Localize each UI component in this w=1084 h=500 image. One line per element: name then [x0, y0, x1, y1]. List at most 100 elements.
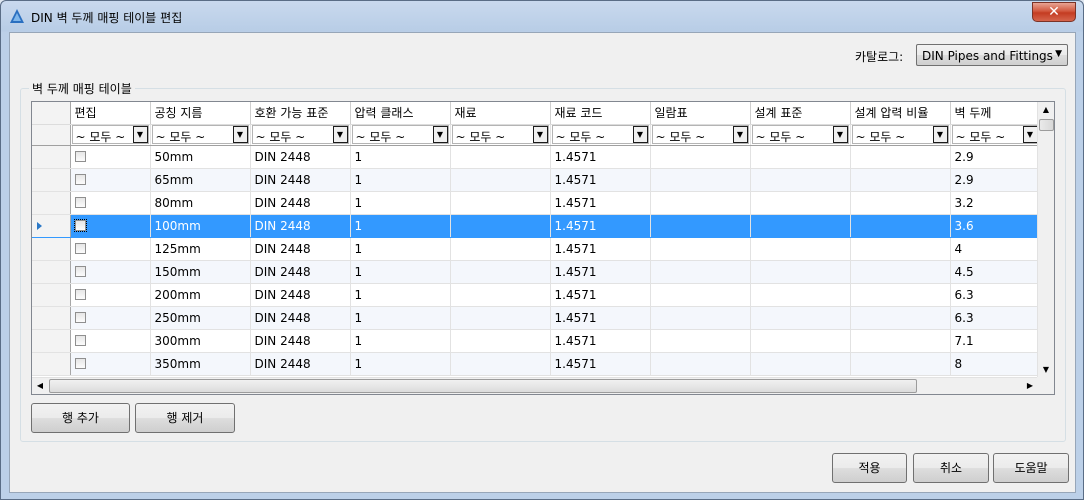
cell-pressure[interactable]: 1	[350, 214, 451, 238]
cell-material[interactable]	[450, 260, 551, 284]
cell-design-ratio[interactable]	[850, 145, 951, 169]
cell-code[interactable]: 1.4571	[550, 191, 651, 215]
triangle-down-icon[interactable]: ▼	[632, 126, 648, 143]
cell-design-ratio[interactable]	[850, 214, 951, 238]
cell-schedule[interactable]	[650, 168, 751, 192]
column-header[interactable]: 벽 두께	[950, 102, 1041, 125]
edit-checkbox[interactable]	[73, 218, 87, 232]
column-filter[interactable]: ~ 모두 ~ ▼	[851, 125, 949, 144]
column-header[interactable]: 공칭 지름	[150, 102, 251, 125]
cell-pressure[interactable]: 1	[350, 352, 451, 376]
cell-wall[interactable]: 3.2	[950, 191, 1041, 215]
edit-checkbox[interactable]	[74, 150, 86, 162]
horizontal-scrollbar[interactable]: ◀ ▶	[32, 377, 1038, 394]
cell-design-std[interactable]	[750, 352, 851, 376]
cell-code[interactable]: 1.4571	[550, 352, 651, 376]
column-header[interactable]: 일람표	[650, 102, 751, 125]
cell-schedule[interactable]	[650, 306, 751, 330]
cell-design-ratio[interactable]	[850, 260, 951, 284]
scroll-left-icon[interactable]: ◀	[32, 378, 48, 394]
cell-material[interactable]	[450, 214, 551, 238]
table-row[interactable]: 65mm DIN 2448 1 1.4571 2.9	[32, 168, 1041, 192]
column-header[interactable]: 재료 코드	[550, 102, 651, 125]
edit-checkbox[interactable]	[74, 334, 86, 346]
add-row-button[interactable]: 행 추가	[31, 403, 130, 433]
cell-standard[interactable]: DIN 2448	[250, 214, 351, 238]
triangle-down-icon[interactable]: ▼	[932, 126, 948, 143]
cell-standard[interactable]: DIN 2448	[250, 145, 351, 169]
scroll-up-icon[interactable]: ▲	[1038, 102, 1054, 118]
cell-standard[interactable]: DIN 2448	[250, 329, 351, 353]
cell-material[interactable]	[450, 329, 551, 353]
cell-design-ratio[interactable]	[850, 237, 951, 261]
row-header[interactable]	[32, 260, 71, 284]
scroll-down-icon[interactable]: ▼	[1038, 362, 1054, 378]
column-header[interactable]: 호환 가능 표준	[250, 102, 351, 125]
cell-design-std[interactable]	[750, 306, 851, 330]
cell-code[interactable]: 1.4571	[550, 237, 651, 261]
cell-size[interactable]: 300mm	[150, 329, 251, 353]
cell-wall[interactable]: 3.6	[950, 214, 1041, 238]
cell-size[interactable]: 150mm	[150, 260, 251, 284]
triangle-down-icon[interactable]: ▼	[732, 126, 748, 143]
table-row[interactable]: 300mm DIN 2448 1 1.4571 7.1	[32, 329, 1041, 353]
cell-code[interactable]: 1.4571	[550, 214, 651, 238]
column-filter[interactable]: ~ 모두 ~ ▼	[951, 125, 1039, 144]
cell-material[interactable]	[450, 191, 551, 215]
row-header[interactable]	[32, 191, 71, 215]
apply-button[interactable]: 적용	[832, 453, 907, 483]
triangle-down-icon[interactable]: ▼	[232, 126, 248, 143]
table-row[interactable]: 150mm DIN 2448 1 1.4571 4.5	[32, 260, 1041, 284]
table-row[interactable]: 200mm DIN 2448 1 1.4571 6.3	[32, 283, 1041, 307]
cell-design-ratio[interactable]	[850, 283, 951, 307]
cell-wall[interactable]: 8	[950, 352, 1041, 376]
column-filter[interactable]: ~ 모두 ~ ▼	[251, 125, 349, 144]
cell-schedule[interactable]	[650, 214, 751, 238]
cell-size[interactable]: 200mm	[150, 283, 251, 307]
remove-row-button[interactable]: 행 제거	[135, 403, 235, 433]
cell-size[interactable]: 250mm	[150, 306, 251, 330]
cell-pressure[interactable]: 1	[350, 306, 451, 330]
cell-design-ratio[interactable]	[850, 191, 951, 215]
cell-design-std[interactable]	[750, 191, 851, 215]
cell-standard[interactable]: DIN 2448	[250, 260, 351, 284]
column-filter[interactable]: ~ 모두 ~ ▼	[351, 125, 449, 144]
cell-wall[interactable]: 4	[950, 237, 1041, 261]
cell-schedule[interactable]	[650, 191, 751, 215]
cell-design-std[interactable]	[750, 329, 851, 353]
column-header[interactable]: 설계 압력 비율	[850, 102, 951, 125]
cell-pressure[interactable]: 1	[350, 260, 451, 284]
column-header[interactable]: 압력 클래스	[350, 102, 451, 125]
catalog-select[interactable]: DIN Pipes and Fittings ▼	[916, 44, 1068, 66]
cell-design-std[interactable]	[750, 168, 851, 192]
cell-size[interactable]: 65mm	[150, 168, 251, 192]
cell-schedule[interactable]	[650, 352, 751, 376]
column-header[interactable]: 설계 표준	[750, 102, 851, 125]
cell-wall[interactable]: 2.9	[950, 145, 1041, 169]
cell-size[interactable]: 100mm	[150, 214, 251, 238]
table-row[interactable]: 250mm DIN 2448 1 1.4571 6.3	[32, 306, 1041, 330]
cell-material[interactable]	[450, 168, 551, 192]
row-header[interactable]	[32, 283, 71, 307]
cell-design-ratio[interactable]	[850, 352, 951, 376]
cell-code[interactable]: 1.4571	[550, 283, 651, 307]
cell-size[interactable]: 50mm	[150, 145, 251, 169]
edit-checkbox[interactable]	[74, 242, 86, 254]
table-row[interactable]: 350mm DIN 2448 1 1.4571 8	[32, 352, 1041, 376]
cell-material[interactable]	[450, 352, 551, 376]
cell-pressure[interactable]: 1	[350, 329, 451, 353]
table-row[interactable]: 100mm DIN 2448 1 1.4571 3.6	[32, 214, 1041, 238]
cell-schedule[interactable]	[650, 283, 751, 307]
cell-wall[interactable]: 6.3	[950, 283, 1041, 307]
table-row[interactable]: 80mm DIN 2448 1 1.4571 3.2	[32, 191, 1041, 215]
cell-wall[interactable]: 6.3	[950, 306, 1041, 330]
cell-schedule[interactable]	[650, 237, 751, 261]
triangle-down-icon[interactable]: ▼	[832, 126, 848, 143]
column-filter[interactable]: ~ 모두 ~ ▼	[551, 125, 649, 144]
row-header[interactable]	[32, 145, 71, 169]
cell-wall[interactable]: 7.1	[950, 329, 1041, 353]
cell-design-ratio[interactable]	[850, 306, 951, 330]
column-filter[interactable]: ~ 모두 ~ ▼	[651, 125, 749, 144]
cell-material[interactable]	[450, 306, 551, 330]
edit-checkbox[interactable]	[74, 311, 86, 323]
